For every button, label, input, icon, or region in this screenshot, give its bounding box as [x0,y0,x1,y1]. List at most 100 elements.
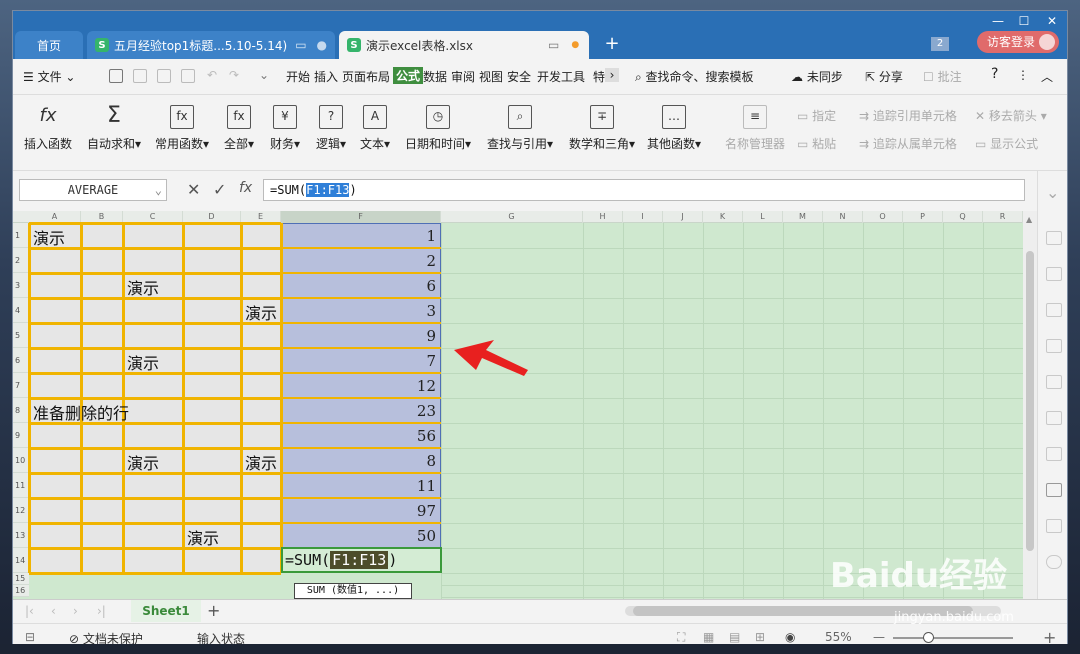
cell-f6[interactable]: 7 [281,352,436,370]
column-header-g[interactable]: G [441,211,583,223]
row-header-14[interactable]: 14 [13,548,29,573]
tab-home[interactable]: 首页 [15,31,83,59]
avatar-icon[interactable] [1039,34,1055,50]
cell-f10[interactable]: 8 [281,452,436,470]
cell-e10[interactable]: 演示 [245,450,277,474]
sheet-nav-first-icon[interactable]: |‹ [25,604,34,618]
cell-d13[interactable]: 演示 [187,525,219,549]
show-formulas-button[interactable]: ▭ 显示公式 [975,135,1038,152]
tab-unsaved-dot-icon[interactable]: ● [571,40,579,50]
paste-name-button[interactable]: ▭ 粘贴 [797,135,836,152]
cell-f12[interactable]: 97 [281,502,436,520]
row-header-5[interactable]: 5 [13,323,29,348]
remove-arrows-button[interactable]: ✕ 移去箭头 ▾ [975,107,1047,124]
panel-style-icon[interactable] [1046,267,1062,281]
undo-icon[interactable]: ↶ [207,68,217,82]
column-header-h[interactable]: H [583,211,623,223]
editing-cell-f14[interactable]: =SUM(F1:F13) [281,547,442,573]
zoom-slider[interactable] [893,637,1013,639]
panel-archive-icon[interactable] [1046,483,1062,497]
menu-tab-formula[interactable]: 公式 [393,67,424,84]
column-header-p[interactable]: P [903,211,943,223]
panel-chart-icon[interactable] [1046,303,1062,317]
minimize-icon[interactable]: — [985,13,1011,29]
cell-f13[interactable]: 50 [281,527,436,545]
cell-c3[interactable]: 演示 [127,275,159,299]
vertical-scroll-thumb[interactable] [1026,251,1034,551]
row-header-9[interactable]: 9 [13,423,29,448]
vertical-scrollbar[interactable]: ▲ [1023,211,1037,599]
zoom-slider-handle[interactable] [923,632,934,643]
menu-tab-review[interactable]: 审阅 [451,68,475,85]
row-header-16[interactable]: 16 [13,585,29,597]
confirm-check-icon[interactable]: ✓ [213,180,226,199]
sheet-tab-sheet1[interactable]: Sheet1 [131,600,201,622]
column-header-i[interactable]: I [623,211,663,223]
common-functions-button[interactable]: fx 常用函数▾ [153,105,211,152]
column-header-o[interactable]: O [863,211,903,223]
row-header-2[interactable]: 2 [13,248,29,273]
sheet-nav-last-icon[interactable]: ›| [97,604,106,618]
spreadsheet-grid[interactable]: A B C D E F G H I J K L M N O P Q R 1 2 3 4 5 6 7 8 9 10 11 12 13 14 15 1… [13,211,1023,599]
tab-count-badge[interactable]: 2 [931,37,949,51]
text-functions-button[interactable]: A 文本▾ [357,105,393,152]
menu-tab-page-layout[interactable]: 页面布局 [342,68,390,85]
cancel-icon[interactable]: ✕ [187,180,200,199]
other-functions-button[interactable]: … 其他函数▾ [645,105,703,152]
sheet-nav-next-icon[interactable]: › [73,604,78,618]
sync-status[interactable]: ☁ 未同步 [791,68,843,85]
panel-image-icon[interactable] [1046,519,1062,533]
panel-share-icon[interactable] [1046,447,1062,461]
row-header-15[interactable]: 15 [13,573,29,585]
define-name-button[interactable]: ▭ 指定 [797,107,836,124]
row-header-11[interactable]: 11 [13,473,29,498]
formula-input[interactable]: =SUM(F1:F13) [263,179,1025,201]
format-painter-icon[interactable] [181,69,195,83]
menu-tab-security[interactable]: 安全 [507,68,531,85]
row-header-7[interactable]: 7 [13,373,29,398]
scroll-up-icon[interactable]: ▲ [1026,215,1032,224]
cell-f11[interactable]: 11 [281,477,436,495]
row-header-6[interactable]: 6 [13,348,29,373]
close-icon[interactable]: ✕ [1039,13,1065,29]
menu-tab-home[interactable]: 开始 [286,68,310,85]
tab-window-icon[interactable]: ▭ [548,38,559,52]
column-header-m[interactable]: M [783,211,823,223]
tab-dot-icon[interactable]: ● [317,38,327,52]
normal-view-icon[interactable]: ▦ [703,630,714,644]
cell-c10[interactable]: 演示 [127,450,159,474]
insert-function-button[interactable]: fx 插入函数 [23,105,73,152]
row-header-13[interactable]: 13 [13,523,29,548]
cell-f1[interactable]: 1 [281,227,436,245]
lookup-reference-button[interactable]: ⌕ 查找与引用▾ [483,105,557,152]
comment-button[interactable]: ☐ 批注 [923,68,962,85]
page-break-view-icon[interactable]: ⊞ [755,630,765,644]
maximize-icon[interactable]: ☐ [1011,13,1037,29]
redo-icon[interactable]: ↷ [229,68,239,82]
panel-backup-icon[interactable] [1046,411,1062,425]
fullscreen-icon[interactable]: ⛶ [677,630,685,645]
eye-protection-icon[interactable]: ◉ [785,630,795,644]
row-header-4[interactable]: 4 [13,298,29,323]
zoom-out-icon[interactable]: — [873,630,885,644]
menu-tab-special[interactable]: 特 [593,68,605,85]
column-header-f[interactable]: F [281,211,441,223]
autosum-button[interactable]: Σ 自动求和▾ [85,105,143,152]
trace-precedents-button[interactable]: ⇉ 追踪引用单元格 [859,107,957,124]
name-manager-button[interactable]: ≡ 名称管理器 [723,105,787,152]
more-icon[interactable]: ⋮ [1017,68,1029,82]
share-button[interactable]: ⇱ 分享 [865,68,903,85]
column-header-q[interactable]: Q [943,211,983,223]
cell-f2[interactable]: 2 [281,252,436,270]
tab-document-1[interactable]: S 五月经验top1标题...5.10-5.14) ▭ ● [87,31,335,59]
column-header-k[interactable]: K [703,211,743,223]
panel-collapse-icon[interactable]: ⌄ [1046,183,1059,202]
macro-record-icon[interactable]: ⊟ [25,630,35,644]
save-icon[interactable] [109,69,123,83]
tab-window-icon[interactable]: ▭ [295,38,306,52]
cell-e4[interactable]: 演示 [245,300,277,324]
zoom-level[interactable]: 55% [825,630,852,644]
column-header-n[interactable]: N [823,211,863,223]
cell-a8[interactable]: 准备删除的行 [33,400,129,424]
name-box-dropdown-icon[interactable]: ⌄ [155,180,162,200]
